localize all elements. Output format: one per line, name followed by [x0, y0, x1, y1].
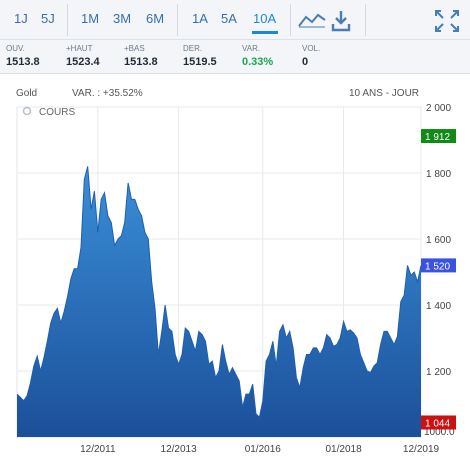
x-tick-label: 12/2013	[161, 444, 198, 455]
x-tick-label: 12/2011	[80, 444, 116, 455]
series-label: COURS	[39, 107, 75, 118]
y-tick-label: 1 400	[426, 301, 451, 312]
last-price-tag: 1 520	[425, 261, 450, 272]
x-tick-label: 01/2018	[325, 444, 362, 455]
y-tick-label: 1 600	[426, 235, 451, 246]
y-tick-label: 2 000	[426, 103, 451, 114]
y-tick-label: 1 200	[426, 367, 451, 378]
y-tick-label: 1 800	[426, 169, 451, 180]
high-price-tag: 1 912	[425, 132, 450, 143]
price-chart[interactable]: 1 200 1 400 1 600 1 800 2 000 12/2011 12/2013 0…	[0, 0, 470, 470]
low-price-tag: 1 044	[425, 418, 450, 429]
x-tick-label: 01/2016	[245, 444, 282, 455]
x-tick-label: 12/2019	[403, 444, 440, 455]
